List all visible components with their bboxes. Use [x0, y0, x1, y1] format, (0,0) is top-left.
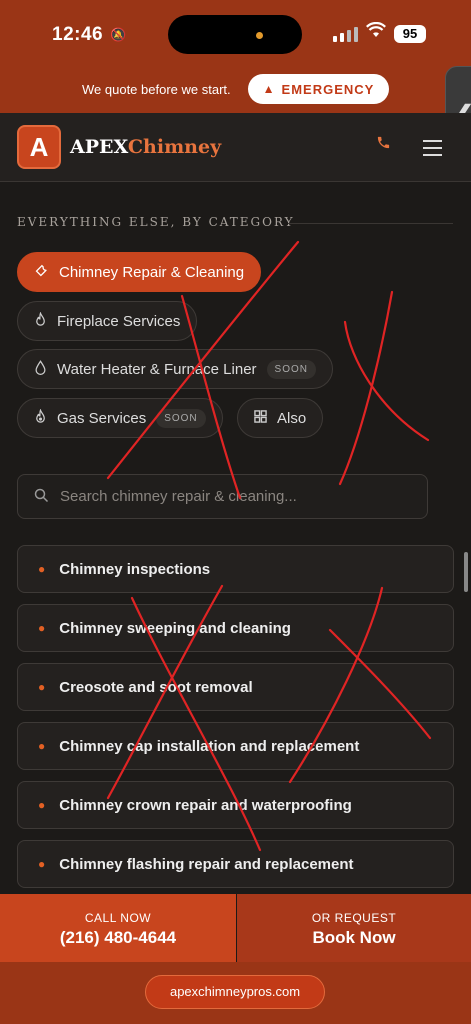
service-item[interactable]: ● Chimney crown repair and waterproofing: [17, 781, 454, 829]
flame-icon: ●: [38, 562, 46, 576]
promo-bar: We quote before we start. ▲ EMERGENCY: [0, 70, 471, 113]
scrollbar[interactable]: [464, 552, 468, 592]
brand-name[interactable]: APEXChimney: [70, 136, 221, 158]
category-chip-fireplace[interactable]: Fireplace Services: [17, 301, 198, 341]
hamburger-menu-icon[interactable]: [423, 140, 442, 161]
service-item[interactable]: ● Chimney sweeping and cleaning: [17, 604, 454, 652]
scribble-stroke: [338, 290, 394, 486]
search-icon: [34, 488, 49, 507]
cellular-signal-icon: [333, 27, 358, 42]
gas-flame-icon: [34, 408, 47, 427]
flame-icon: ●: [38, 798, 46, 812]
category-chip-water-heater[interactable]: Water Heater & Furnace Liner SOON: [17, 349, 333, 389]
flame-icon: ●: [38, 857, 46, 871]
service-label: Chimney flashing repair and replacement: [59, 855, 354, 873]
book-now-button[interactable]: OR REQUEST Book Now: [237, 894, 471, 962]
bottom-cta-bar: CALL NOW (216) 480-4644 OR REQUEST Book …: [0, 894, 471, 962]
emergency-label: EMERGENCY: [281, 81, 375, 97]
battery-indicator: 95: [394, 25, 426, 43]
category-chip-gas-services[interactable]: Gas Services SOON: [17, 398, 223, 438]
silent-bell-icon: 🔕: [110, 27, 127, 42]
search-input[interactable]: [60, 475, 420, 518]
status-bar: 12:46 🔕 95: [0, 0, 471, 70]
url-pill[interactable]: apexchimneypros.com: [145, 975, 325, 1009]
category-label: Gas Services: [57, 409, 147, 427]
wifi-icon: [366, 21, 386, 43]
grid-icon: [254, 410, 267, 426]
phone-icon[interactable]: [376, 135, 391, 155]
service-label: Chimney cap installation and replacement: [59, 737, 360, 755]
camera-indicator-dot: [256, 32, 263, 39]
category-label: Water Heater & Furnace Liner: [57, 360, 257, 378]
wrench-icon: [34, 263, 49, 281]
service-item[interactable]: ● Chimney cap installation and replacemen…: [17, 722, 454, 770]
category-label: Also: [277, 409, 307, 427]
category-label: Chimney Repair & Cleaning: [59, 263, 245, 281]
scribble-stroke: [343, 320, 430, 442]
call-now-button[interactable]: CALL NOW (216) 480-4644: [0, 894, 236, 962]
section-divider: [288, 223, 453, 224]
warning-icon: ▲: [262, 82, 276, 96]
browser-footer: apexchimneypros.com: [0, 962, 471, 1024]
dynamic-island: [168, 15, 302, 54]
category-label: Fireplace Services: [57, 312, 181, 330]
emergency-button[interactable]: ▲ EMERGENCY: [248, 74, 389, 104]
service-item[interactable]: ● Creosote and soot removal: [17, 663, 454, 711]
service-item[interactable]: ● Chimney flashing repair and replacement: [17, 840, 454, 888]
flame-icon: [34, 311, 47, 330]
service-search: [17, 474, 428, 519]
request-label: OR REQUEST: [311, 911, 397, 925]
logo-icon[interactable]: A: [17, 125, 61, 169]
category-chip-chimney-repair[interactable]: Chimney Repair & Cleaning: [17, 252, 262, 292]
service-label: Creosote and soot removal: [59, 678, 253, 696]
section-title: EVERYTHING ELSE, BY CATEGORY: [17, 215, 295, 229]
service-label: Chimney crown repair and waterproofing: [59, 796, 352, 814]
service-label: Chimney sweeping and cleaning: [59, 619, 291, 637]
flame-icon: ●: [38, 621, 46, 635]
flame-icon: ●: [38, 739, 46, 753]
service-label: Chimney inspections: [59, 560, 211, 578]
category-chip-also[interactable]: Also: [237, 398, 324, 438]
site-header: A APEXChimney: [0, 113, 471, 182]
soon-badge: SOON: [266, 359, 316, 379]
phone-number: (216) 480-4644: [59, 928, 177, 947]
service-item[interactable]: ● Chimney inspections: [17, 545, 454, 593]
status-time: 12:46: [52, 24, 104, 45]
call-label: CALL NOW: [84, 911, 152, 925]
soon-badge: SOON: [156, 408, 206, 428]
flame-icon: ●: [38, 680, 46, 694]
drop-icon: [34, 360, 47, 378]
book-label: Book Now: [312, 928, 396, 947]
quote-text: We quote before we start.: [82, 82, 231, 97]
